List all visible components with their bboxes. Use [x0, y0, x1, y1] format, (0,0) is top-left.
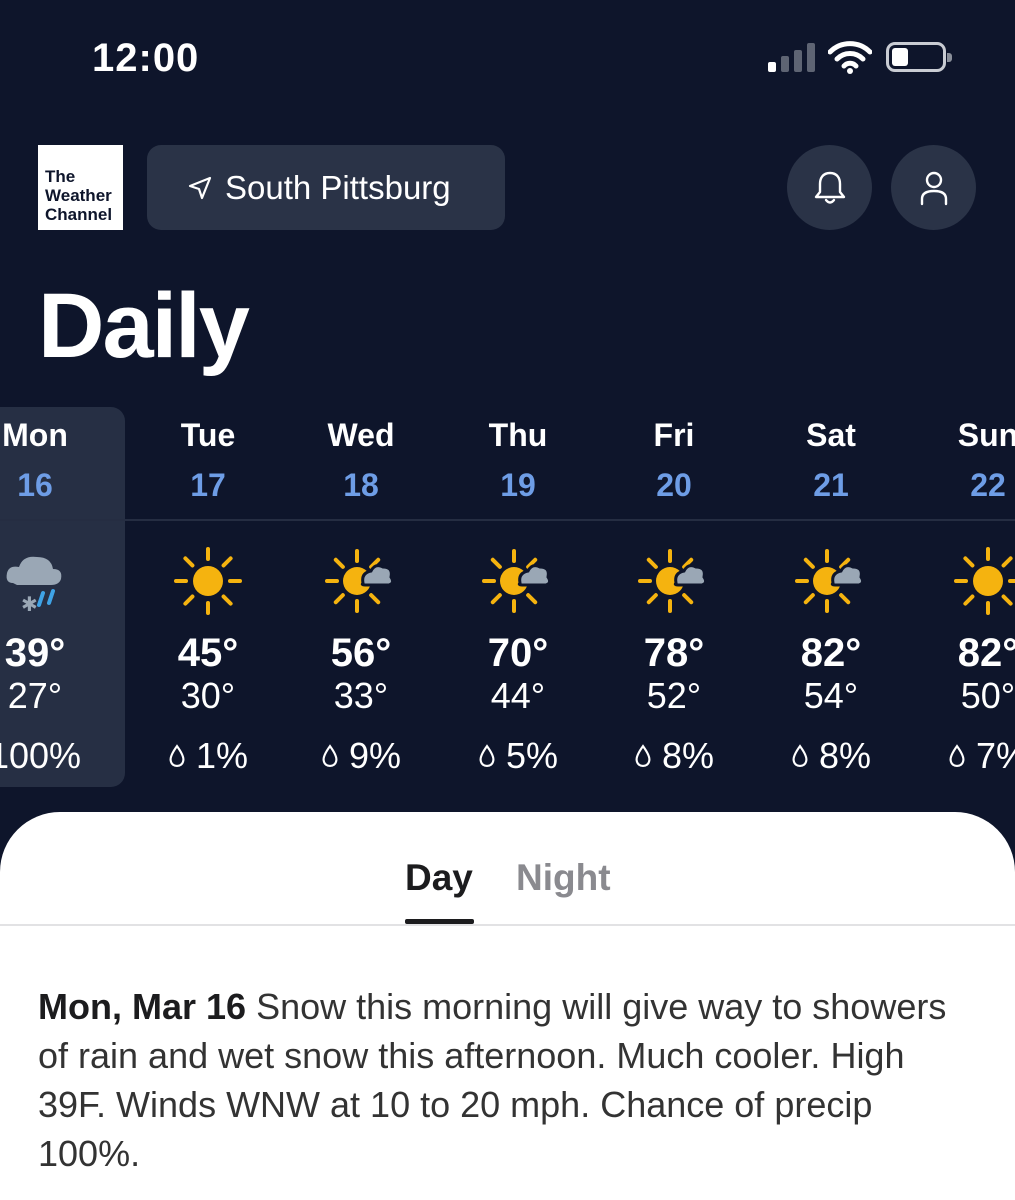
precip-chance: 7% [908, 735, 1015, 777]
bell-icon [814, 171, 845, 204]
day-date: 22 [970, 467, 1006, 503]
logo-line: Weather [45, 186, 112, 205]
day-column-wed[interactable]: Wed 18 56° 33° 9% [281, 405, 441, 790]
raindrop-icon [321, 735, 339, 777]
high-temp: 78° [643, 631, 705, 675]
profile-button[interactable] [891, 145, 976, 230]
low-temp: 33° [333, 675, 389, 716]
precip-chance: 8% [751, 735, 911, 777]
day-name: Mon [2, 417, 68, 453]
partly-cloudy-icon [482, 545, 554, 617]
day-name: Sun [957, 417, 1015, 453]
location-arrow-icon [188, 176, 212, 199]
tab-night[interactable]: Night [516, 857, 611, 899]
user-icon [920, 171, 947, 205]
location-label: South Pittsburg [225, 168, 451, 206]
day-date: 16 [17, 467, 53, 503]
status-time: 12:00 [92, 36, 200, 80]
raindrop-icon [478, 735, 496, 777]
battery-icon [886, 42, 952, 72]
day-date: 21 [813, 467, 849, 503]
cellular-signal-icon [768, 42, 816, 72]
day-name: Wed [327, 417, 395, 453]
day-detail-sheet: Day Night Mon, Mar 16 Snow this morning … [0, 812, 1015, 1200]
precip-chance: 8% [594, 735, 754, 777]
narrative-date: Mon, Mar 16 [38, 986, 247, 1027]
partly-cloudy-icon [795, 545, 867, 617]
day-name: Thu [488, 417, 548, 453]
precip-value: 7% [975, 735, 1015, 776]
location-button[interactable]: South Pittsburg [147, 145, 505, 230]
day-date: 17 [190, 467, 226, 503]
sun-icon [952, 545, 1015, 617]
precip-value: 9% [348, 735, 402, 776]
precip-chance: 100% [0, 735, 115, 777]
day-column-tue[interactable]: Tue 17 45° 30° 1% [128, 405, 288, 790]
precip-value: 8% [818, 735, 872, 776]
day-narrative: Mon, Mar 16 Snow this morning will give … [38, 982, 978, 1178]
page-title: Daily [38, 275, 250, 377]
raindrop-icon [791, 735, 809, 777]
wifi-icon [828, 41, 872, 74]
raindrop-icon [634, 735, 652, 777]
low-temp: 52° [646, 675, 702, 716]
day-name: Sat [806, 417, 856, 453]
high-temp: 39° [4, 631, 66, 675]
raindrop-icon [948, 735, 966, 777]
logo-line: Channel [45, 205, 113, 224]
high-temp: 70° [487, 631, 549, 675]
tab-day[interactable]: Day [405, 857, 473, 899]
precip-value: 1% [195, 735, 249, 776]
snow-rain-cloud-icon: ✱ [0, 545, 71, 617]
notifications-button[interactable] [787, 145, 872, 230]
day-date: 19 [500, 467, 536, 503]
low-temp: 54° [803, 675, 859, 716]
precip-value: 8% [661, 735, 715, 776]
day-column-sat[interactable]: Sat 21 82° 54° 8% [751, 405, 911, 790]
low-temp: 44° [490, 675, 546, 716]
day-column-mon[interactable]: Mon 16 ✱ 39°27° 100% [0, 405, 115, 790]
day-column-sun[interactable]: Sun 22 82°50° 7% [908, 405, 1015, 790]
day-name: Fri [653, 417, 695, 453]
precip-chance: 1% [128, 735, 288, 777]
precip-chance: 5% [438, 735, 598, 777]
svg-text:✱: ✱ [21, 592, 38, 616]
partly-cloudy-icon [638, 545, 710, 617]
precip-value: 5% [505, 735, 559, 776]
partly-cloudy-icon [325, 545, 397, 617]
day-name: Tue [180, 417, 236, 453]
low-temp: 50° [960, 675, 1015, 716]
day-date: 18 [343, 467, 379, 503]
low-temp: 30° [180, 675, 236, 716]
high-temp: 45° [177, 631, 239, 675]
sun-icon [172, 545, 244, 617]
weather-channel-logo[interactable]: The Weather Channel [38, 145, 123, 230]
day-column-thu[interactable]: Thu 19 70° 44° 5% [438, 405, 598, 790]
low-temp: 27° [7, 675, 63, 716]
day-column-fri[interactable]: Fri 20 78° 52° 8% [594, 405, 754, 790]
high-temp: 82° [800, 631, 862, 675]
precip-chance: 9% [281, 735, 441, 777]
high-temp: 56° [330, 631, 392, 675]
raindrop-icon [168, 735, 186, 777]
divider [0, 924, 1015, 926]
day-date: 20 [656, 467, 692, 503]
high-temp: 82° [957, 631, 1015, 675]
precip-value: 100% [0, 735, 82, 776]
logo-line: The [45, 167, 76, 186]
daily-forecast-strip[interactable]: Mon 16 ✱ 39°27° 100% Tue 17 45°30° 1% Wed 18 56°33°… [0, 405, 1015, 790]
